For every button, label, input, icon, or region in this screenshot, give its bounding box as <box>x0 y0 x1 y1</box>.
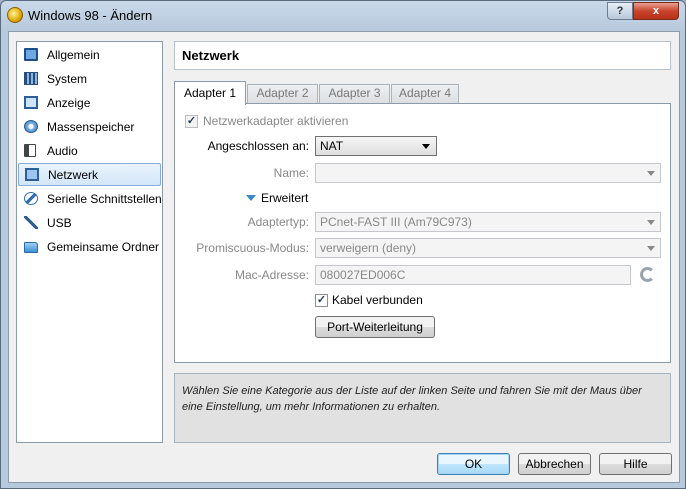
sidebar-item-label: Allgemein <box>47 48 100 62</box>
attached-to-select[interactable]: NAT <box>315 136 437 156</box>
cable-connected-label: Kabel verbunden <box>332 293 423 307</box>
folder-icon <box>24 242 38 253</box>
sidebar-item-serielle-schnittstellen[interactable]: Serielle Schnittstellen <box>18 188 162 211</box>
chevron-down-icon <box>422 144 430 149</box>
dialog-window: Windows 98 - Ändern ? x Allgemein System… <box>0 0 686 489</box>
sidebar-item-label: Serielle Schnittstellen <box>47 192 162 206</box>
sidebar-item-massenspeicher[interactable]: Massenspeicher <box>18 116 161 139</box>
sidebar-item-label: Audio <box>47 144 78 158</box>
page-title: Netzwerk <box>182 48 240 63</box>
tab-adapter-1[interactable]: Adapter 1 <box>174 81 246 105</box>
disk-icon <box>24 120 38 133</box>
help-title-button[interactable]: ? <box>607 2 633 20</box>
promiscuous-mode-value: verweigern (deny) <box>320 241 417 255</box>
adapter-type-value: PCnet-FAST III (Am79C973) <box>320 215 472 229</box>
cancel-button[interactable]: Abbrechen <box>518 453 591 475</box>
promiscuous-mode-label: Promiscuous-Modus: <box>196 241 309 255</box>
sidebar-item-label: Anzeige <box>47 96 91 110</box>
mac-address-label: Mac-Adresse: <box>234 268 309 282</box>
port-forwarding-button[interactable]: Port-Weiterleitung <box>315 316 435 338</box>
info-text: Wählen Sie eine Kategorie aus der Liste … <box>182 385 642 413</box>
sidebar-item-label: Gemeinsame Ordner <box>47 240 160 254</box>
refresh-mac-icon[interactable] <box>640 267 655 282</box>
speaker-icon <box>24 144 36 157</box>
help-button[interactable]: Hilfe <box>599 453 672 475</box>
sidebar-item-anzeige[interactable]: Anzeige <box>18 92 161 115</box>
tab-adapter-3[interactable]: Adapter 3 <box>319 84 390 103</box>
sidebar-item-label: USB <box>47 216 72 230</box>
name-select[interactable] <box>315 163 661 183</box>
sidebar-item-label: Netzwerk <box>48 168 99 182</box>
attached-to-label: Angeschlossen an: <box>207 139 309 153</box>
enable-adapter-checkbox[interactable]: ✓ <box>185 115 198 128</box>
sidebar-item-system[interactable]: System <box>18 68 161 91</box>
name-label: Name: <box>273 166 309 180</box>
display-icon <box>24 96 38 109</box>
adapter-type-label: Adaptertyp: <box>247 215 309 229</box>
window-title: Windows 98 - Ändern <box>28 8 153 23</box>
sidebar-item-allgemein[interactable]: Allgemein <box>18 44 161 67</box>
chevron-down-icon <box>647 220 655 225</box>
attached-to-value: NAT <box>320 139 344 153</box>
category-sidebar: Allgemein System Anzeige Massenspeicher … <box>16 41 163 443</box>
ok-button[interactable]: OK <box>437 453 510 475</box>
tab-adapter-4[interactable]: Adapter 4 <box>391 84 459 103</box>
chevron-down-icon <box>647 246 655 251</box>
mac-address-field[interactable]: 080027ED006C <box>315 265 631 285</box>
title-bar[interactable]: Windows 98 - Ändern ? x <box>1 1 685 31</box>
adapter-type-select[interactable]: PCnet-FAST III (Am79C973) <box>315 212 661 232</box>
sidebar-item-usb[interactable]: USB <box>18 212 161 235</box>
chevron-down-icon <box>647 171 655 176</box>
chip-icon <box>24 72 38 85</box>
cable-connected-checkbox[interactable]: ✓ <box>315 294 328 307</box>
advanced-toggle[interactable]: Erweitert <box>261 191 308 205</box>
promiscuous-mode-select[interactable]: verweigern (deny) <box>315 238 661 258</box>
monitor-icon <box>24 48 38 61</box>
usb-icon <box>24 216 38 229</box>
dialog-client: Allgemein System Anzeige Massenspeicher … <box>8 31 680 483</box>
serial-port-icon <box>24 192 38 205</box>
mac-address-value: 080027ED006C <box>320 268 406 282</box>
close-button[interactable]: x <box>633 2 679 20</box>
virtualbox-gear-icon <box>7 7 23 23</box>
network-icon <box>25 168 39 181</box>
adapter-panel: ✓ Netzwerkadapter aktivieren Angeschloss… <box>174 103 671 363</box>
expand-triangle-icon[interactable] <box>246 195 256 201</box>
sidebar-item-label: Massenspeicher <box>47 120 135 134</box>
sidebar-item-audio[interactable]: Audio <box>18 140 161 163</box>
sidebar-item-label: System <box>47 72 88 86</box>
sidebar-item-gemeinsame-ordner[interactable]: Gemeinsame Ordner <box>18 236 161 259</box>
page-header: Netzwerk <box>174 41 671 70</box>
enable-adapter-label: Netzwerkadapter aktivieren <box>203 114 349 128</box>
sidebar-item-netzwerk[interactable]: Netzwerk <box>18 163 161 186</box>
tab-adapter-2[interactable]: Adapter 2 <box>247 84 318 103</box>
info-box: Wählen Sie eine Kategorie aus der Liste … <box>174 373 671 443</box>
